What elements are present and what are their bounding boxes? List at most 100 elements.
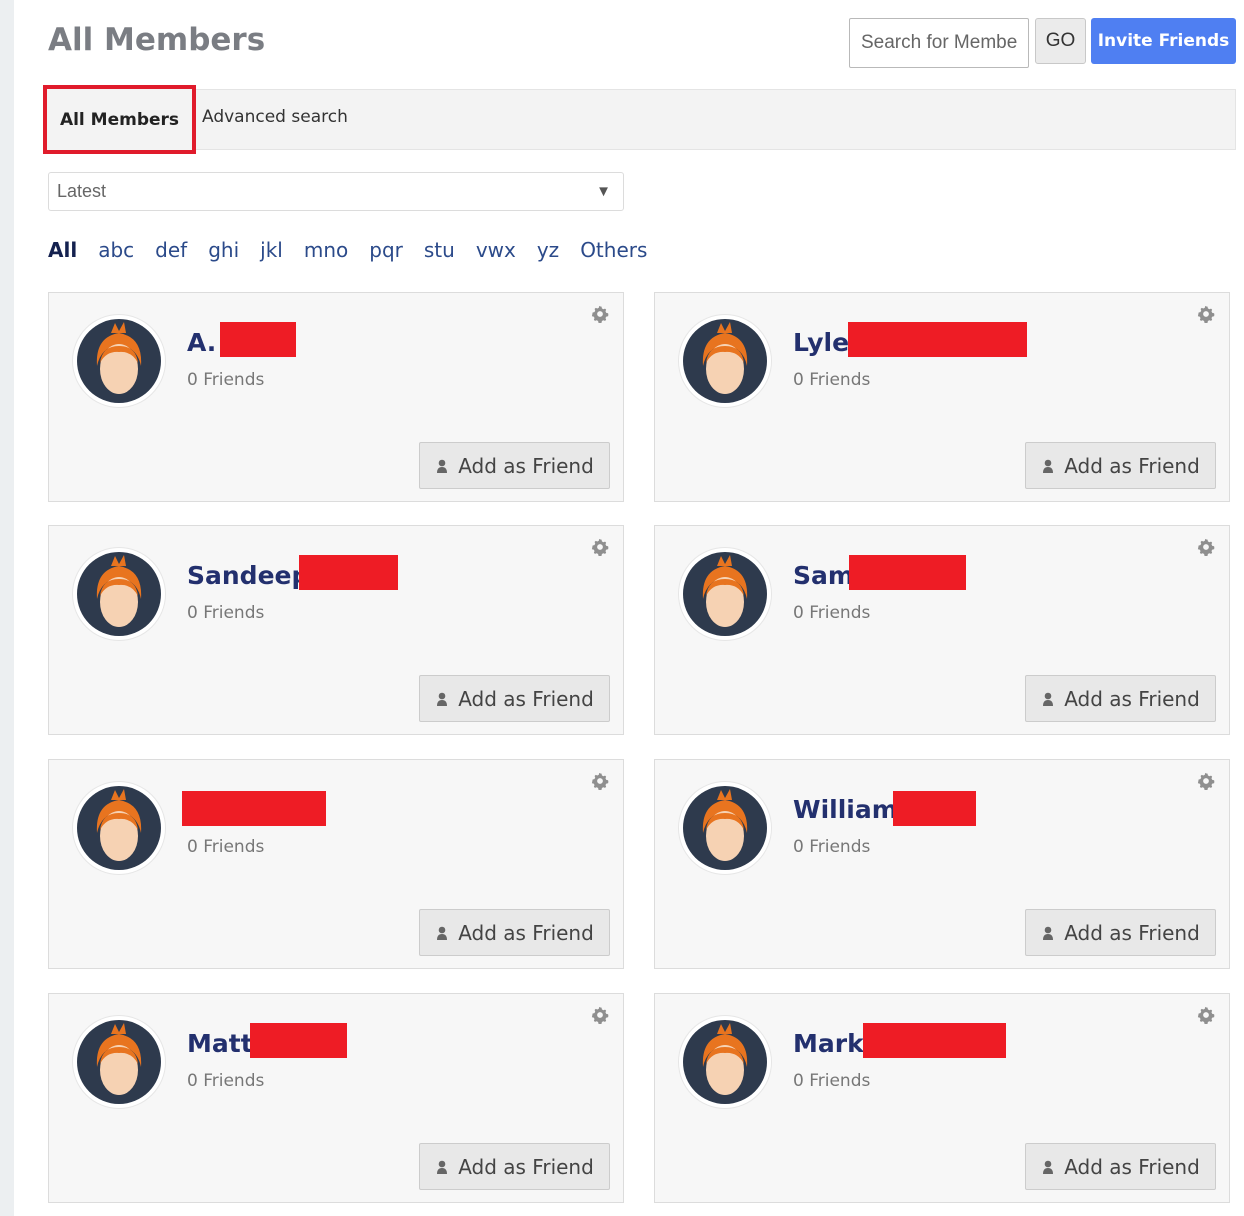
- redaction-block: [893, 791, 976, 826]
- letter-filter-others[interactable]: Others: [580, 238, 647, 262]
- letter-filter-ghi[interactable]: ghi: [208, 238, 239, 262]
- go-button[interactable]: GO: [1035, 18, 1086, 64]
- add-friend-label: Add as Friend: [1064, 453, 1200, 478]
- member-name[interactable]: Sandeep: [187, 561, 309, 590]
- page-title: All Members: [48, 22, 266, 58]
- member-name[interactable]: A.: [187, 328, 216, 357]
- letter-filter-mno[interactable]: mno: [304, 238, 348, 262]
- add-friend-label: Add as Friend: [458, 453, 594, 478]
- letter-filter-jkl[interactable]: jkl: [260, 238, 283, 262]
- caret-down-icon: ▼: [596, 183, 611, 200]
- add-friend-button[interactable]: Add as Friend: [419, 909, 610, 956]
- add-friend-button[interactable]: Add as Friend: [1025, 909, 1216, 956]
- tab-all-members[interactable]: All Members: [43, 85, 196, 154]
- member-card: William 0 Friends Add as Friend: [654, 759, 1230, 969]
- sort-selected-value: Latest: [57, 181, 107, 201]
- friends-count: 0 Friends: [187, 370, 265, 390]
- letter-filter: All abc def ghi jkl mno pqr stu vwx yz O…: [48, 238, 668, 262]
- person-icon: [1043, 926, 1054, 940]
- member-name[interactable]: William: [793, 795, 898, 824]
- member-name[interactable]: Sam: [793, 561, 854, 590]
- add-friend-button[interactable]: Add as Friend: [1025, 1143, 1216, 1190]
- letter-filter-all[interactable]: All: [48, 238, 77, 262]
- gear-icon[interactable]: [591, 1006, 609, 1024]
- gear-icon[interactable]: [591, 538, 609, 556]
- person-icon: [1043, 692, 1054, 706]
- add-friend-label: Add as Friend: [1064, 920, 1200, 945]
- avatar-icon[interactable]: [73, 315, 165, 407]
- add-friend-label: Add as Friend: [1064, 686, 1200, 711]
- member-card: A. 0 Friends Add as Friend: [48, 292, 624, 502]
- member-name[interactable]: Mark: [793, 1029, 864, 1058]
- friends-count: 0 Friends: [187, 1071, 265, 1091]
- avatar-graphic: [77, 786, 161, 870]
- left-rail: [0, 0, 14, 1216]
- avatar-graphic: [683, 319, 767, 403]
- redaction-block: [220, 322, 296, 357]
- friends-count: 0 Friends: [793, 603, 871, 623]
- add-friend-button[interactable]: Add as Friend: [419, 1143, 610, 1190]
- avatar-graphic: [683, 552, 767, 636]
- add-friend-button[interactable]: Add as Friend: [1025, 675, 1216, 722]
- add-friend-button[interactable]: Add as Friend: [419, 442, 610, 489]
- redaction-block: [182, 791, 326, 826]
- person-icon: [437, 926, 448, 940]
- letter-filter-def[interactable]: def: [155, 238, 187, 262]
- gear-icon[interactable]: [591, 305, 609, 323]
- avatar-icon[interactable]: [679, 782, 771, 874]
- add-friend-label: Add as Friend: [458, 686, 594, 711]
- avatar-graphic: [77, 1020, 161, 1104]
- friends-count: 0 Friends: [187, 837, 265, 857]
- member-name[interactable]: Lyle: [793, 328, 849, 357]
- avatar-icon[interactable]: [679, 315, 771, 407]
- person-icon: [437, 459, 448, 473]
- gear-icon[interactable]: [1197, 538, 1215, 556]
- letter-filter-abc[interactable]: abc: [98, 238, 134, 262]
- redaction-block: [848, 322, 1027, 357]
- friends-count: 0 Friends: [793, 370, 871, 390]
- avatar-graphic: [77, 552, 161, 636]
- redaction-block: [250, 1023, 347, 1058]
- avatar-icon[interactable]: [73, 782, 165, 874]
- gear-icon[interactable]: [591, 772, 609, 790]
- letter-filter-yz[interactable]: yz: [537, 238, 559, 262]
- gear-icon[interactable]: [1197, 772, 1215, 790]
- avatar-graphic: [77, 319, 161, 403]
- avatar-icon[interactable]: [679, 1016, 771, 1108]
- friends-count: 0 Friends: [793, 1071, 871, 1091]
- add-friend-button[interactable]: Add as Friend: [419, 675, 610, 722]
- add-friend-label: Add as Friend: [1064, 1154, 1200, 1179]
- sort-select[interactable]: Latest ▼: [48, 172, 624, 211]
- member-card: Lyle 0 Friends Add as Friend: [654, 292, 1230, 502]
- redaction-block: [299, 555, 398, 590]
- search-input[interactable]: [849, 18, 1029, 68]
- avatar-icon[interactable]: [73, 548, 165, 640]
- letter-filter-stu[interactable]: stu: [424, 238, 455, 262]
- person-icon: [437, 1160, 448, 1174]
- member-card: Sam 0 Friends Add as Friend: [654, 525, 1230, 735]
- avatar-graphic: [683, 1020, 767, 1104]
- member-name[interactable]: Matt: [187, 1029, 253, 1058]
- member-card: 0 Friends Add as Friend: [48, 759, 624, 969]
- add-friend-label: Add as Friend: [458, 1154, 594, 1179]
- friends-count: 0 Friends: [793, 837, 871, 857]
- member-card: Mark 0 Friends Add as Friend: [654, 993, 1230, 1203]
- avatar-icon[interactable]: [73, 1016, 165, 1108]
- gear-icon[interactable]: [1197, 305, 1215, 323]
- member-card: Matt 0 Friends Add as Friend: [48, 993, 624, 1203]
- friends-count: 0 Friends: [187, 603, 265, 623]
- invite-friends-button[interactable]: Invite Friends: [1091, 18, 1236, 64]
- add-friend-label: Add as Friend: [458, 920, 594, 945]
- letter-filter-pqr[interactable]: pqr: [369, 238, 403, 262]
- redaction-block: [863, 1023, 1006, 1058]
- member-card: Sandeep 0 Friends Add as Friend: [48, 525, 624, 735]
- person-icon: [437, 692, 448, 706]
- letter-filter-vwx[interactable]: vwx: [476, 238, 516, 262]
- add-friend-button[interactable]: Add as Friend: [1025, 442, 1216, 489]
- gear-icon[interactable]: [1197, 1006, 1215, 1024]
- person-icon: [1043, 1160, 1054, 1174]
- avatar-icon[interactable]: [679, 548, 771, 640]
- person-icon: [1043, 459, 1054, 473]
- tab-advanced-search[interactable]: Advanced search: [202, 107, 348, 127]
- redaction-block: [849, 555, 966, 590]
